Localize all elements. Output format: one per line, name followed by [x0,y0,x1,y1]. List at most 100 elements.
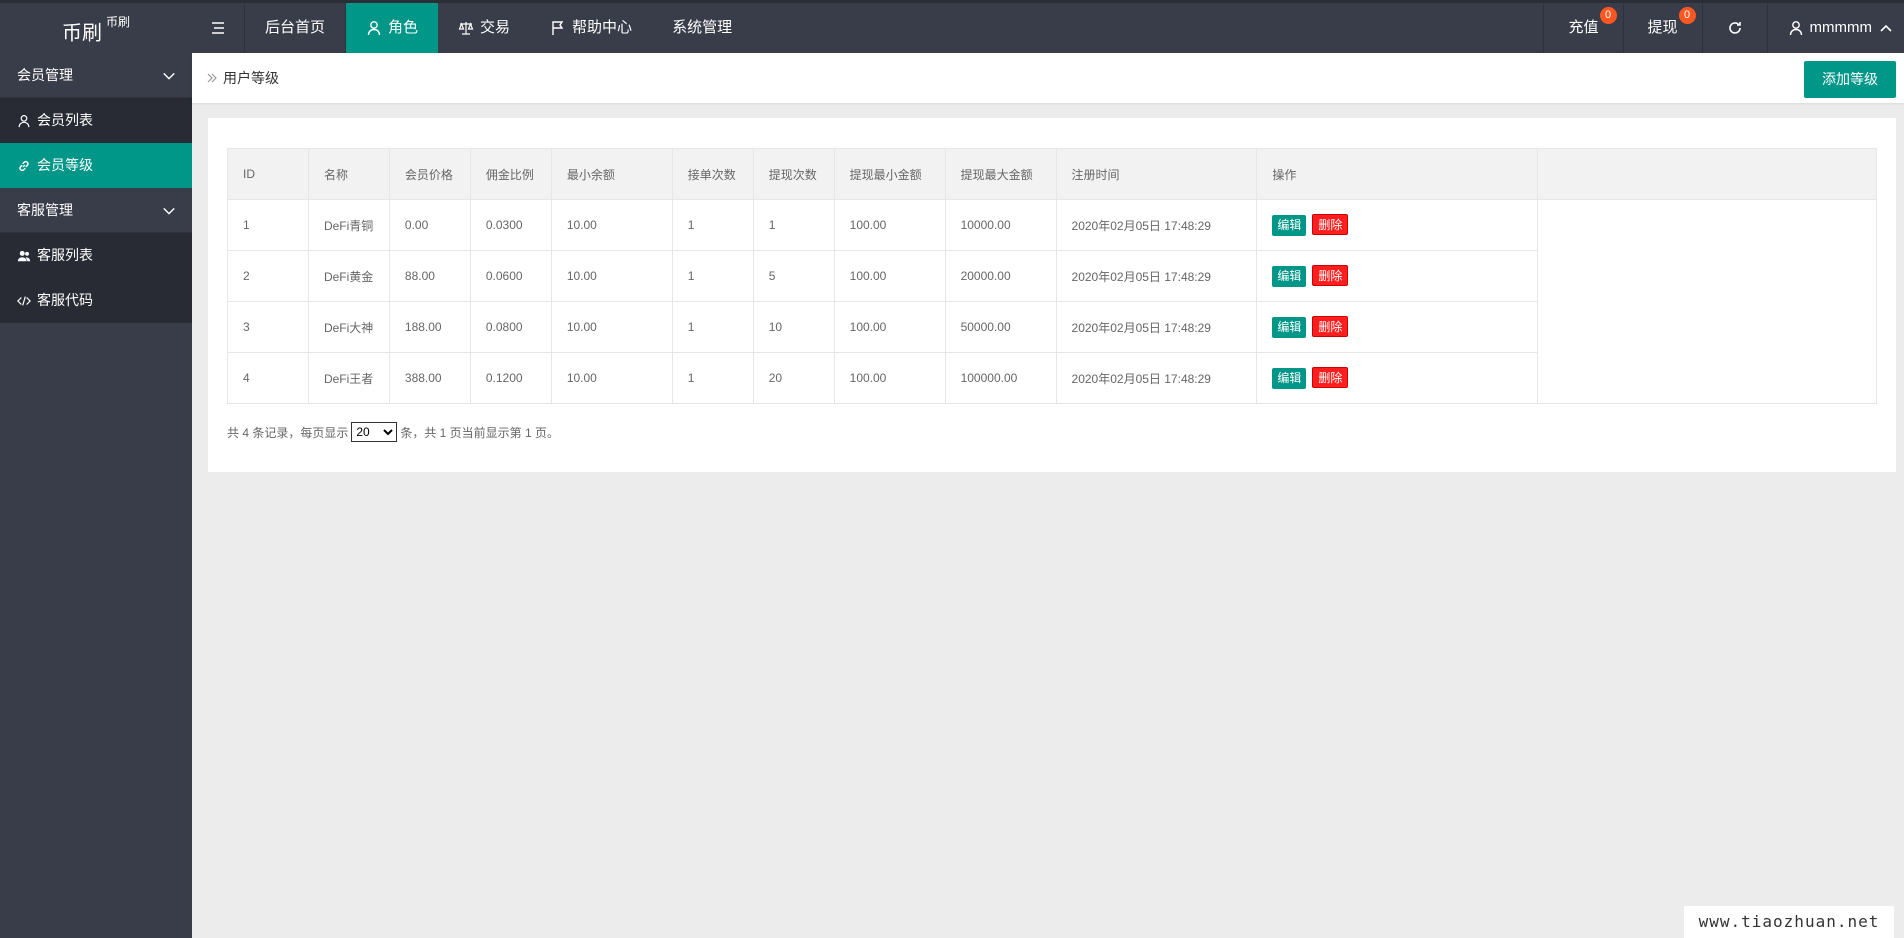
breadcrumb: 用户等级 [206,53,279,103]
user-icon [1789,21,1802,36]
column-header: 注册时间 [1055,148,1258,200]
cell-filler [1537,250,1877,302]
column-header: 名称 [307,148,390,200]
sidebar-item-member-level[interactable]: 会员等级 [0,143,192,188]
users-icon [17,250,31,261]
edit-button[interactable]: 编辑 [1272,215,1307,236]
watermark: www.tiaozhuan.net [1684,906,1894,938]
double-chevron-right-icon [207,73,217,83]
user-menu[interactable]: mmmmm [1766,3,1904,53]
cell-id: 4 [227,352,309,404]
user-icon [367,21,381,36]
table-row: 1 DeFi青铜 0.00 0.0300 10.00 1 1 100.00 10… [227,199,1877,251]
top-navbar: 币刷币刷 后台首页 角色 交易 帮助中心 系统管理 充值 0 提现 0 mmmm… [0,0,1904,53]
cell-min-balance: 10.00 [550,301,673,353]
flag-icon [552,21,564,35]
pagination: 共 4 条记录，每页显示 20 条，共 1 页当前显示第 1 页。 [227,422,559,442]
cell-price: 0.00 [388,199,471,251]
cell-min-balance: 10.00 [550,199,673,251]
delete-button[interactable]: 删除 [1312,214,1349,235]
sidebar-item-member-list[interactable]: 会员列表 [0,98,192,143]
column-header: ID [227,148,309,200]
nav-item-home[interactable]: 后台首页 [245,3,347,53]
chevron-up-icon [1880,24,1892,32]
cell-withdraw-min: 100.00 [833,301,946,353]
cell-reg-time: 2020年02月05日 17:48:29 [1055,199,1258,251]
cell-reg-time: 2020年02月05日 17:48:29 [1055,301,1258,353]
sidebar-group-service[interactable]: 客服管理 [0,188,192,233]
refresh-button[interactable] [1701,3,1767,53]
cell-id: 2 [227,250,309,302]
user-icon [18,114,30,127]
cell-min-balance: 10.00 [550,250,673,302]
cell-order-count: 1 [671,301,754,353]
cell-withdraw-max: 20000.00 [944,250,1057,302]
main-nav: 后台首页 角色 交易 帮助中心 系统管理 [192,3,752,53]
table-row: 3 DeFi大神 188.00 0.0800 10.00 1 10 100.00… [227,301,1877,353]
cell-name: DeFi黄金 [307,250,390,302]
cell-withdraw-max: 10000.00 [944,199,1057,251]
column-header: 提现次数 [752,148,835,200]
cell-actions: 编辑 删除 [1256,250,1539,302]
column-header: 操作 [1256,148,1539,200]
delete-button[interactable]: 删除 [1312,316,1349,337]
edit-button[interactable]: 编辑 [1272,266,1307,287]
recharge-badge: 0 [1599,7,1617,24]
link-icon [19,160,29,171]
delete-button[interactable]: 删除 [1312,367,1349,388]
cell-order-count: 1 [671,352,754,404]
add-level-button[interactable]: 添加等级 [1804,61,1896,98]
username: mmmmm [1809,19,1872,36]
breadcrumb-bar: 用户等级 添加等级 [192,53,1904,103]
cell-price: 88.00 [388,250,471,302]
cell-actions: 编辑 删除 [1256,199,1539,251]
menu-icon [212,22,224,34]
nav-item-role[interactable]: 角色 [346,3,439,53]
logo[interactable]: 币刷币刷 [0,3,192,53]
cell-name: DeFi大神 [307,301,390,353]
page-size-select[interactable]: 20 [351,422,398,442]
chevron-down-icon [163,72,175,80]
cell-actions: 编辑 删除 [1256,352,1539,404]
cell-withdraw-count: 5 [752,250,835,302]
cell-withdraw-min: 100.00 [833,199,946,251]
column-header: 提现最大金额 [944,148,1057,200]
sidebar-item-service-list[interactable]: 客服列表 [0,233,192,278]
cell-commission: 0.0800 [469,301,552,353]
code-icon [17,295,31,306]
withdraw-button[interactable]: 提现 0 [1622,3,1702,53]
nav-item-system[interactable]: 系统管理 [652,3,752,53]
delete-button[interactable]: 删除 [1312,265,1349,286]
column-header: 会员价格 [388,148,471,200]
menu-toggle-button[interactable] [192,3,245,53]
level-table: ID 名称 会员价格 佣金比例 最小余额 接单次数 提现次数 提现最小金额 提现… [227,148,1877,404]
cell-withdraw-min: 100.00 [833,250,946,302]
table-header-row: ID 名称 会员价格 佣金比例 最小余额 接单次数 提现次数 提现最小金额 提现… [227,148,1877,200]
refresh-icon [1728,22,1741,34]
cell-actions: 编辑 删除 [1256,301,1539,353]
breadcrumb-label: 用户等级 [223,70,279,86]
chevron-down-icon [163,207,175,215]
cell-name: DeFi王者 [307,352,390,404]
edit-button[interactable]: 编辑 [1272,368,1307,389]
cell-filler [1537,301,1877,353]
cell-order-count: 1 [671,250,754,302]
cell-commission: 0.1200 [469,352,552,404]
cell-withdraw-max: 50000.00 [944,301,1057,353]
cell-withdraw-count: 1 [752,199,835,251]
recharge-button[interactable]: 充值 0 [1543,3,1622,53]
cell-order-count: 1 [671,199,754,251]
cell-min-balance: 10.00 [550,352,673,404]
sidebar-group-member[interactable]: 会员管理 [0,53,192,98]
cell-commission: 0.0300 [469,199,552,251]
cell-filler [1537,352,1877,404]
column-header: 接单次数 [671,148,754,200]
column-header: 最小余额 [550,148,673,200]
sidebar-item-service-code[interactable]: 客服代码 [0,278,192,323]
sidebar: 会员管理 会员列表 会员等级 客服管理 客服列表 客服代码 [0,53,192,938]
pager-prefix: 共 4 条记录，每页显示 [227,425,349,440]
cell-id: 3 [227,301,309,353]
edit-button[interactable]: 编辑 [1272,317,1307,338]
nav-item-help[interactable]: 帮助中心 [530,3,652,53]
nav-item-trade[interactable]: 交易 [438,3,530,53]
